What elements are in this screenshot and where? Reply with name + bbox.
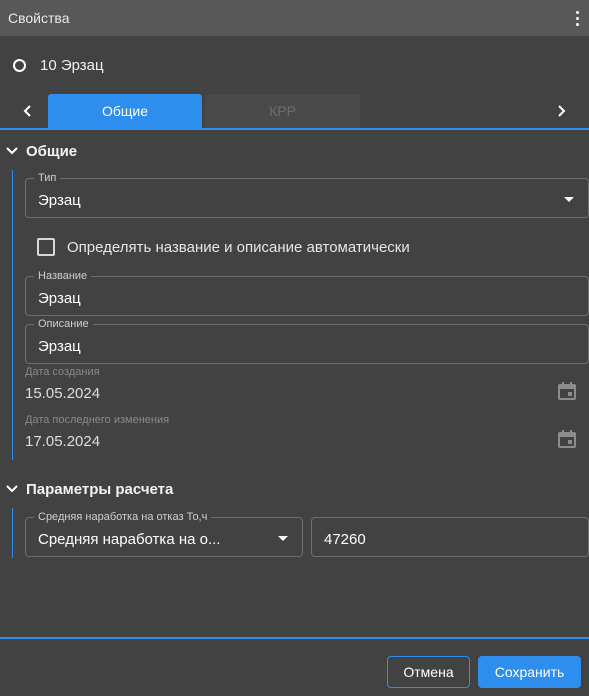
- dropdown-arrow-icon: [278, 536, 288, 541]
- chevron-down-icon: [6, 147, 18, 155]
- description-label: Описание: [34, 317, 93, 331]
- calendar-icon[interactable]: [557, 429, 577, 449]
- chevron-right-icon[interactable]: [549, 96, 573, 126]
- object-name: 10 Эрзац: [40, 56, 104, 74]
- mtbf-value-input[interactable]: 47260: [311, 517, 589, 557]
- more-vert-icon[interactable]: [569, 8, 585, 28]
- mtbf-value: 47260: [324, 531, 366, 548]
- section-calc-params-header[interactable]: Параметры расчета: [4, 477, 173, 501]
- mtbf-select-value: Средняя наработка на о...: [38, 531, 221, 548]
- dropdown-arrow-icon: [564, 197, 574, 202]
- section-calc-params-title: Параметры расчета: [26, 480, 174, 498]
- mtbf-select[interactable]: Средняя наработка на отказ То,ч Средняя …: [25, 510, 303, 557]
- description-field[interactable]: Описание Эрзац: [25, 317, 589, 364]
- tab-general[interactable]: Общие: [48, 94, 202, 128]
- calendar-icon[interactable]: [557, 381, 577, 401]
- type-label: Тип: [34, 171, 61, 185]
- footer-divider: [0, 637, 589, 639]
- chevron-left-icon[interactable]: [16, 96, 40, 126]
- chevron-down-icon: [6, 485, 18, 493]
- circle-outline-icon: [13, 58, 26, 72]
- type-select[interactable]: Тип Эрзац: [25, 171, 589, 218]
- cancel-button[interactable]: Отмена: [387, 656, 470, 688]
- panel-title: Свойства: [8, 10, 70, 26]
- section-calc-params-line: [12, 508, 13, 558]
- save-button[interactable]: Сохранить: [478, 656, 581, 688]
- type-value: Эрзац: [38, 192, 81, 209]
- mtbf-label: Средняя наработка на отказ То,ч: [34, 510, 212, 524]
- object-header: 10 Эрзац: [12, 54, 104, 76]
- name-field[interactable]: Название Эрзац: [25, 269, 589, 316]
- checkbox-icon[interactable]: [37, 238, 55, 256]
- section-general-header[interactable]: Общие: [4, 139, 77, 163]
- created-date-value: 15.05.2024: [25, 385, 101, 402]
- modified-date-label: Дата последнего изменения: [25, 414, 170, 426]
- modified-date-value: 17.05.2024: [25, 433, 101, 450]
- tab-krr[interactable]: КРР: [205, 94, 360, 128]
- name-label: Название: [34, 269, 92, 283]
- panel-titlebar: Свойства: [0, 0, 589, 36]
- created-date-label: Дата создания: [25, 366, 100, 378]
- section-general-title: Общие: [26, 142, 78, 160]
- tabs-underline: [0, 128, 589, 130]
- description-value: Эрзац: [38, 338, 81, 355]
- name-value: Эрзац: [38, 290, 81, 307]
- auto-name-checkbox[interactable]: Определять название и описание автоматич…: [37, 237, 410, 257]
- section-general-line: [12, 170, 13, 460]
- auto-name-label: Определять название и описание автоматич…: [67, 238, 410, 256]
